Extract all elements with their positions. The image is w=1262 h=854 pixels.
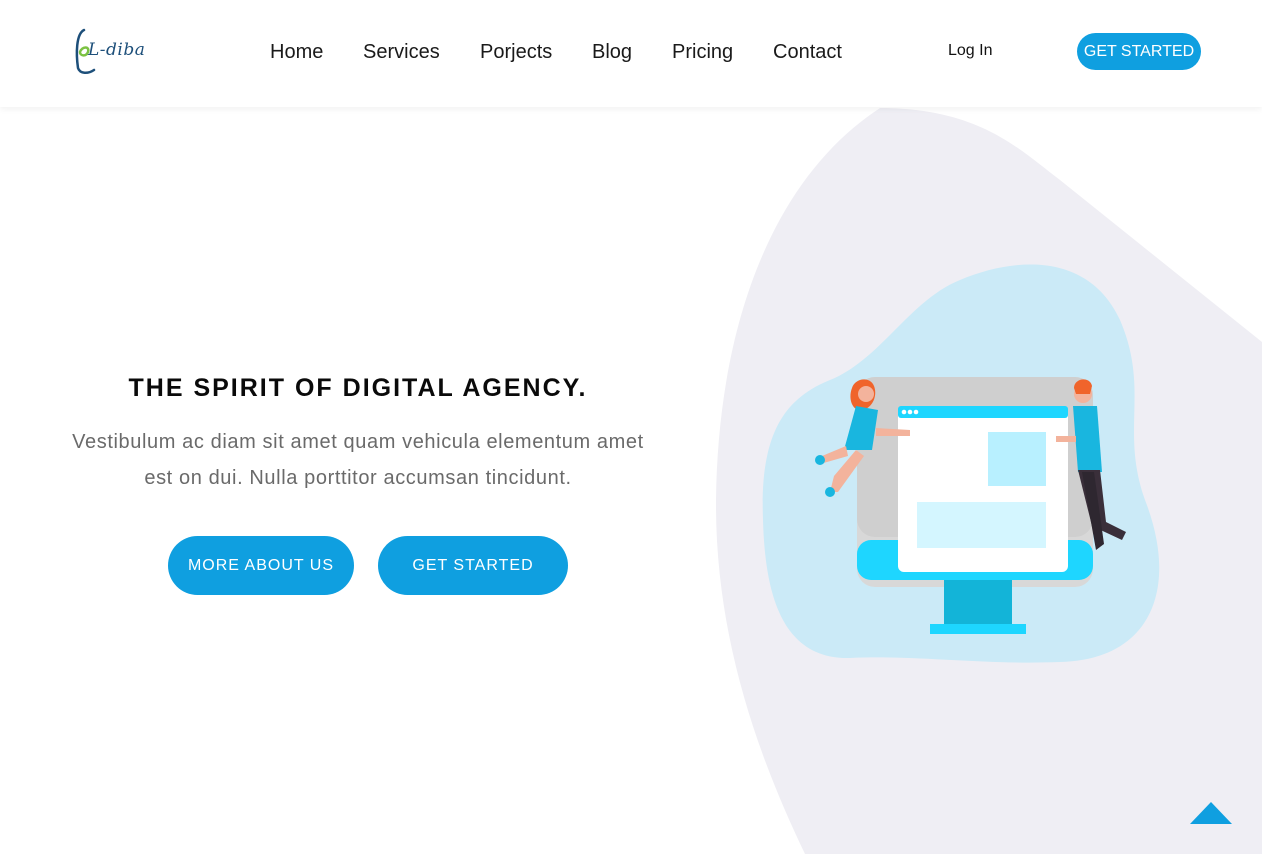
hero-description-line: est on dui. Nulla porttitor accumsan tin… bbox=[144, 467, 572, 489]
nav-contact[interactable]: Contact bbox=[773, 41, 842, 64]
hero-description-line: Vestibulum ac diam sit amet quam vehicul… bbox=[72, 431, 644, 453]
login-link[interactable]: Log In bbox=[948, 42, 992, 60]
hero-get-started-button[interactable]: GET STARTED bbox=[378, 536, 568, 595]
nav-home[interactable]: Home bbox=[270, 41, 323, 64]
hero-description: Vestibulum ac diam sit amet quam vehicul… bbox=[40, 424, 676, 496]
header-get-started-button[interactable]: GET STARTED bbox=[1077, 33, 1201, 70]
hero-illustration bbox=[762, 264, 1160, 663]
brand-logo[interactable]: L-diba bbox=[70, 24, 160, 80]
chevron-up-icon[interactable] bbox=[1188, 798, 1234, 828]
hero-title: THE SPIRIT OF DIGITAL AGENCY. bbox=[128, 374, 588, 402]
nav-pricing[interactable]: Pricing bbox=[672, 41, 733, 64]
site-header: L-diba Home Services Porjects Blog Prici… bbox=[0, 0, 1262, 107]
logo-text: L-diba bbox=[88, 40, 146, 60]
nav-blog[interactable]: Blog bbox=[592, 41, 632, 64]
more-about-us-button[interactable]: MORE ABOUT US bbox=[168, 536, 354, 595]
nav-services[interactable]: Services bbox=[363, 41, 440, 64]
nav-projects[interactable]: Porjects bbox=[480, 41, 552, 64]
